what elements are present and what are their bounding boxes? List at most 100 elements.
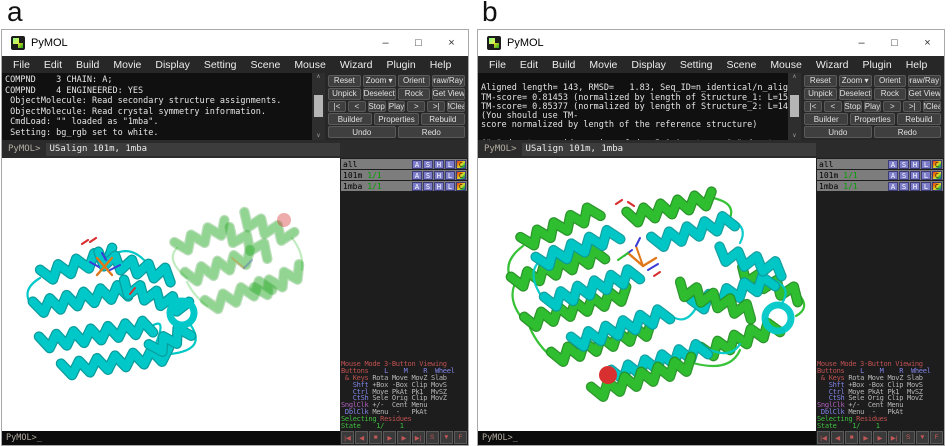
control-button-zoom-[interactable]: Zoom ▾ xyxy=(839,75,872,87)
object-row-101m[interactable]: 101m1/1ASHLC xyxy=(341,170,467,180)
menu-item-display[interactable]: Display xyxy=(148,59,196,71)
object-menu-button-h[interactable]: H xyxy=(910,182,920,191)
control-button-unpick[interactable]: Unpick xyxy=(804,88,837,100)
control-button-stop[interactable]: Stop xyxy=(368,101,386,113)
maximize-icon[interactable]: □ xyxy=(878,30,911,56)
object-row-1mba[interactable]: 1mba1/1ASHLC xyxy=(817,181,943,191)
control-button-properties[interactable]: Properties xyxy=(850,113,894,125)
menu-item-edit[interactable]: Edit xyxy=(513,59,545,71)
scroll-down-icon[interactable]: ∨ xyxy=(316,132,320,140)
object-menu-button-c[interactable]: C xyxy=(456,171,466,180)
scroll-up-icon[interactable]: ∧ xyxy=(792,73,796,81)
command-input[interactable] xyxy=(522,143,816,156)
control-button--[interactable]: |< xyxy=(328,101,346,113)
control-button-rock[interactable]: Rock xyxy=(398,88,431,100)
gl-prompt-bar[interactable]: PyMOL>_ xyxy=(2,431,340,445)
control-button-undo[interactable]: Undo xyxy=(804,126,872,138)
object-name[interactable]: 1mba xyxy=(341,182,362,191)
object-menu-button-l[interactable]: L xyxy=(921,182,931,191)
movie-button[interactable]: |◀ xyxy=(341,431,354,444)
control-button-builder[interactable]: Builder xyxy=(804,113,848,125)
movie-button[interactable]: ▶ xyxy=(383,431,396,444)
control-button-mclear[interactable]: MClear xyxy=(447,101,465,113)
menu-item-setting[interactable]: Setting xyxy=(197,59,244,71)
minimize-icon[interactable]: – xyxy=(845,30,878,56)
object-menu-button-a[interactable]: A xyxy=(412,171,422,180)
object-row-all[interactable]: allASHLC xyxy=(817,159,943,169)
menu-item-mouse[interactable]: Mouse xyxy=(763,59,809,71)
scrollbar-thumb[interactable] xyxy=(314,95,323,117)
movie-button[interactable]: ▶ xyxy=(859,431,872,444)
object-menu-button-s[interactable]: S xyxy=(899,182,909,191)
control-button--[interactable]: > xyxy=(407,101,425,113)
object-menu-button-s[interactable]: S xyxy=(423,171,433,180)
menu-item-plugin[interactable]: Plugin xyxy=(380,59,423,71)
movie-button[interactable]: ▼ xyxy=(916,431,929,444)
console-scrollbar[interactable]: ∧ ∨ xyxy=(312,73,325,140)
gl-prompt-bar[interactable]: PyMOL>_ xyxy=(478,431,816,445)
menu-item-setting[interactable]: Setting xyxy=(673,59,720,71)
viewport-3d[interactable] xyxy=(478,158,816,431)
menu-item-help[interactable]: Help xyxy=(423,59,459,71)
close-icon[interactable]: × xyxy=(911,30,944,56)
menu-item-file[interactable]: File xyxy=(6,59,37,71)
menu-item-edit[interactable]: Edit xyxy=(37,59,69,71)
object-menu-button-l[interactable]: L xyxy=(921,160,931,169)
title-bar[interactable]: PyMOL – □ × xyxy=(2,30,468,56)
viewport-3d[interactable] xyxy=(2,158,340,431)
menu-item-wizard[interactable]: Wizard xyxy=(333,59,380,71)
movie-button[interactable]: F xyxy=(454,431,467,444)
control-button--[interactable]: < xyxy=(824,101,842,113)
command-input[interactable] xyxy=(46,143,340,156)
object-name[interactable]: all xyxy=(341,160,357,169)
maximize-icon[interactable]: □ xyxy=(402,30,435,56)
object-menu-button-a[interactable]: A xyxy=(888,171,898,180)
console-output[interactable]: Aligned length= 143, RMSD= 1.83, Seq_ID=… xyxy=(478,73,788,140)
object-menu-button-a[interactable]: A xyxy=(412,182,422,191)
movie-button[interactable]: S xyxy=(902,431,915,444)
control-button-rock[interactable]: Rock xyxy=(874,88,907,100)
console-output[interactable]: COMPND 3 CHAIN: A;COMPND 4 ENGINEERED: Y… xyxy=(2,73,312,140)
control-button-reset[interactable]: Reset xyxy=(328,75,361,87)
object-menu-button-c[interactable]: C xyxy=(932,182,942,191)
title-bar[interactable]: PyMOL – □ × xyxy=(478,30,944,56)
menu-item-help[interactable]: Help xyxy=(899,59,935,71)
menu-item-plugin[interactable]: Plugin xyxy=(856,59,899,71)
object-menu-button-c[interactable]: C xyxy=(932,171,942,180)
movie-button[interactable]: S xyxy=(426,431,439,444)
object-menu-button-c[interactable]: C xyxy=(456,160,466,169)
object-menu-button-l[interactable]: L xyxy=(445,182,455,191)
object-menu-button-l[interactable]: L xyxy=(445,160,455,169)
control-button-redo[interactable]: Redo xyxy=(398,126,466,138)
control-button-rebuild[interactable]: Rebuild xyxy=(897,113,941,125)
control-button-rebuild[interactable]: Rebuild xyxy=(421,113,465,125)
movie-button[interactable]: ◀ xyxy=(831,431,844,444)
menu-item-wizard[interactable]: Wizard xyxy=(809,59,856,71)
menu-item-scene[interactable]: Scene xyxy=(720,59,764,71)
object-row-101m[interactable]: 101m1/1ASHLC xyxy=(817,170,943,180)
control-button-properties[interactable]: Properties xyxy=(374,113,418,125)
movie-button[interactable]: ▶ xyxy=(873,431,886,444)
object-menu-button-h[interactable]: H xyxy=(910,171,920,180)
control-button--[interactable]: >| xyxy=(427,101,445,113)
object-menu-button-l[interactable]: L xyxy=(445,171,455,180)
menu-item-build[interactable]: Build xyxy=(69,59,106,71)
control-button--[interactable]: >| xyxy=(903,101,921,113)
control-button-zoom-[interactable]: Zoom ▾ xyxy=(363,75,396,87)
object-menu-button-h[interactable]: H xyxy=(434,182,444,191)
menu-item-movie[interactable]: Movie xyxy=(582,59,624,71)
menu-item-mouse[interactable]: Mouse xyxy=(287,59,333,71)
control-button-deselect[interactable]: Deselect xyxy=(363,88,396,100)
control-button-deselect[interactable]: Deselect xyxy=(839,88,872,100)
movie-button[interactable]: ◀ xyxy=(355,431,368,444)
object-menu-button-s[interactable]: S xyxy=(423,182,433,191)
control-button--[interactable]: |< xyxy=(804,101,822,113)
object-row-1mba[interactable]: 1mba1/1ASHLC xyxy=(341,181,467,191)
object-menu-button-s[interactable]: S xyxy=(423,160,433,169)
object-name[interactable]: all xyxy=(817,160,833,169)
scroll-up-icon[interactable]: ∧ xyxy=(316,73,320,81)
control-button-builder[interactable]: Builder xyxy=(328,113,372,125)
control-button-undo[interactable]: Undo xyxy=(328,126,396,138)
console-scrollbar[interactable]: ∧ ∨ xyxy=(788,73,801,140)
movie-button[interactable]: ▶ xyxy=(397,431,410,444)
